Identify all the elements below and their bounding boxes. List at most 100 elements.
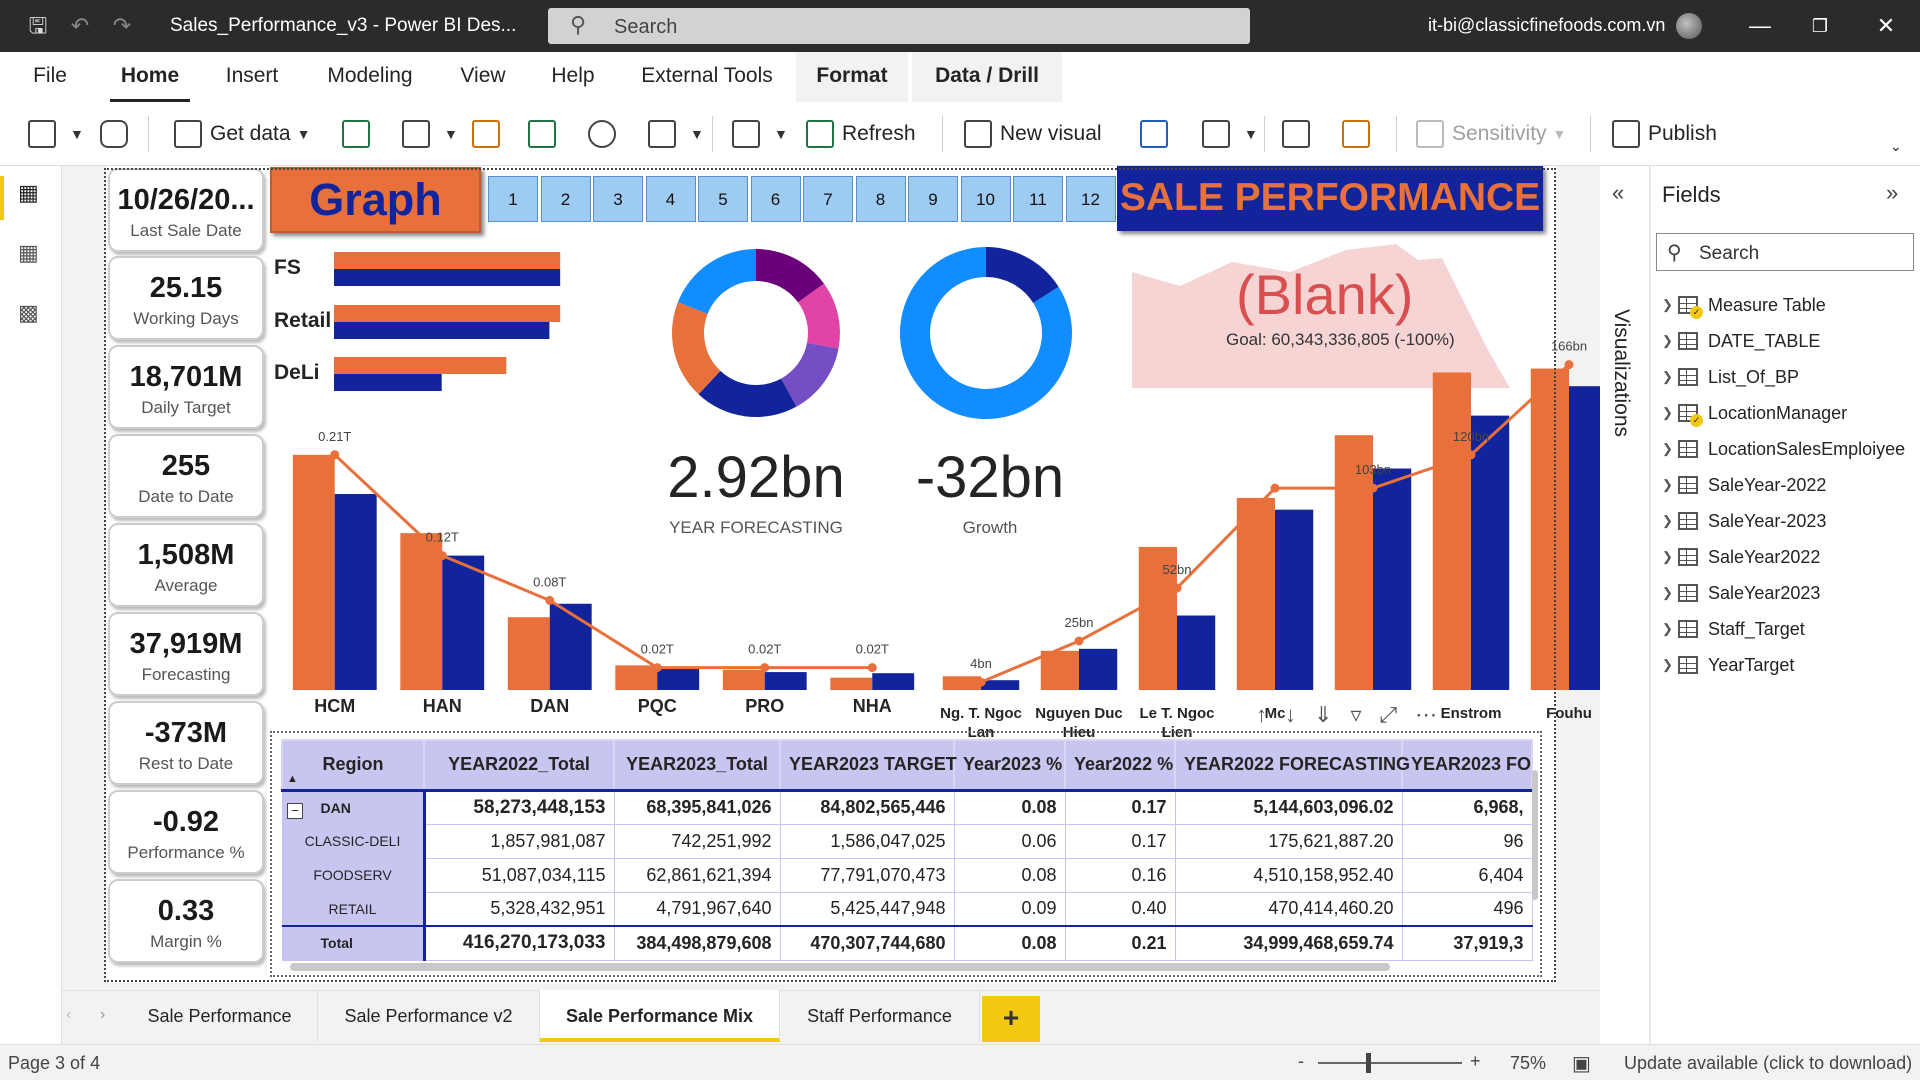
expand-visualizations-icon[interactable]: « (1612, 180, 1624, 206)
bar-series2[interactable] (1471, 415, 1510, 690)
fields-search-input[interactable]: ⚲ Search (1656, 233, 1914, 271)
chevron-right-icon[interactable]: ❯ (1662, 585, 1678, 601)
matrix-row-header[interactable]: FOODSERV (281, 857, 426, 893)
trend-point[interactable] (1172, 583, 1182, 593)
trend-point[interactable] (1564, 360, 1574, 370)
bar-series2[interactable] (1177, 615, 1216, 690)
donut-chart-segment-mix[interactable] (672, 249, 841, 417)
matrix-horizontal-scrollbar[interactable] (290, 963, 1390, 971)
field-table-item[interactable]: ❯ SaleYear-2022 (1662, 470, 1826, 500)
expand-level-icon[interactable]: ⇓ (1314, 702, 1350, 727)
hbar-bar-series2[interactable] (334, 269, 561, 286)
field-table-item[interactable]: ❯ LocationSalesEmploiyee (1662, 434, 1905, 464)
more-options-icon[interactable]: ⋯ (1415, 702, 1455, 727)
matrix-column-header[interactable]: YEAR2023 TARGET (779, 739, 957, 792)
trend-point[interactable] (652, 663, 662, 673)
bar-series2[interactable] (442, 555, 485, 690)
add-page-button[interactable]: + (982, 996, 1040, 1042)
zoom-slider-track[interactable] (1318, 1062, 1462, 1064)
bar-series1[interactable] (942, 676, 981, 690)
hbar-chart[interactable] (334, 252, 561, 391)
trend-point[interactable] (1270, 483, 1280, 493)
field-table-item[interactable]: ❯ ✓ LocationManager (1662, 398, 1847, 428)
matrix-row[interactable]: DAN 58,273,448,153 68,395,841,026 84,802,56… (281, 789, 1533, 825)
hbar-bar-series2[interactable] (334, 374, 442, 391)
chevron-right-icon[interactable]: ❯ (1662, 441, 1678, 457)
trend-point[interactable] (867, 663, 877, 673)
field-table-item[interactable]: ❯ ✓ Measure Table (1662, 290, 1826, 320)
trend-point[interactable] (1074, 636, 1084, 646)
bar-series2[interactable] (1373, 468, 1412, 690)
hbar-bar-series1[interactable] (334, 305, 561, 322)
tab-page[interactable]: Sale Performance (122, 990, 318, 1042)
tab-page[interactable]: Sale Performance Mix (540, 990, 780, 1042)
matrix-row[interactable]: RETAIL 5,328,432,951 4,791,967,640 5,425,44… (281, 891, 1533, 927)
update-available-link[interactable]: Update available (click to download) (1624, 1053, 1912, 1074)
fit-to-page-icon[interactable]: ▣ (1572, 1051, 1591, 1076)
bar-series1[interactable] (400, 533, 443, 690)
field-table-item[interactable]: ❯ List_Of_BP (1662, 362, 1799, 392)
bar-series2[interactable] (764, 672, 807, 690)
matrix-column-header[interactable]: YEAR2022 FORECASTING (1174, 739, 1410, 792)
matrix-row[interactable]: Total 416,270,173,033 384,498,879,608 470,3… (281, 925, 1533, 961)
field-table-item[interactable]: ❯ SaleYear2022 (1662, 542, 1820, 572)
zoom-in-button[interactable]: + (1470, 1051, 1481, 1072)
focus-mode-icon[interactable]: ⤢ (1379, 702, 1415, 727)
trend-point[interactable] (330, 450, 340, 460)
visualizations-pane-collapsed[interactable] (1600, 166, 1650, 1044)
matrix-column-header[interactable]: YEAR2023 FO (1401, 739, 1533, 792)
zoom-out-button[interactable]: - (1298, 1051, 1304, 1072)
bar-series2[interactable] (1079, 648, 1118, 690)
chevron-right-icon[interactable]: ❯ (1662, 621, 1678, 637)
chevron-right-icon[interactable]: ❯ (1662, 297, 1678, 313)
visualizations-label[interactable]: Visualizations (1609, 309, 1633, 437)
donut-slice[interactable] (677, 249, 756, 314)
field-table-item[interactable]: ❯ Staff_Target (1662, 614, 1805, 644)
hbar-bar-series2[interactable] (334, 322, 550, 339)
matrix-column-header[interactable]: YEAR2023_Total (613, 739, 781, 792)
sort-ascending-icon[interactable]: ▲ (287, 773, 298, 785)
hbar-bar-series1[interactable] (334, 357, 507, 374)
chevron-right-icon[interactable]: ❯ (1662, 477, 1678, 493)
matrix-row-header[interactable]: DAN (281, 789, 426, 825)
chevron-right-icon[interactable]: ❯ (1662, 549, 1678, 565)
hbar-bar-series1[interactable] (334, 252, 561, 269)
bar-series2[interactable] (872, 673, 915, 690)
matrix-column-header[interactable]: Year2023 % (953, 739, 1066, 792)
trend-point[interactable] (1368, 483, 1378, 493)
drill-up-icon[interactable]: ↑ (1256, 702, 1285, 727)
matrix-row-header[interactable]: RETAIL (281, 891, 426, 927)
bar-series1[interactable] (507, 617, 550, 690)
bar-series1[interactable] (292, 454, 335, 690)
trend-point[interactable] (1466, 450, 1476, 460)
bar-series2[interactable] (549, 603, 592, 690)
bar-series1[interactable] (615, 665, 658, 690)
matrix-row-header[interactable]: CLASSIC-DELI (281, 823, 426, 859)
zoom-slider-thumb[interactable] (1366, 1053, 1371, 1073)
matrix-row-header[interactable]: Total (281, 925, 426, 961)
field-table-item[interactable]: ❯ SaleYear-2023 (1662, 506, 1826, 536)
matrix-row[interactable]: CLASSIC-DELI 1,857,981,087 742,251,992 1,58… (281, 823, 1533, 859)
bar-series2[interactable] (657, 667, 700, 690)
bar-series2[interactable] (1275, 509, 1314, 690)
chevron-right-icon[interactable]: ❯ (1662, 513, 1678, 529)
matrix-column-header[interactable]: Region (281, 739, 425, 792)
collapse-row-icon[interactable]: − (287, 803, 303, 819)
chevron-right-icon[interactable]: ❯ (1662, 369, 1678, 385)
filter-icon[interactable]: ▿ (1350, 702, 1379, 727)
donut-chart-growth[interactable] (899, 247, 1072, 419)
chevron-right-icon[interactable]: ❯ (1662, 333, 1678, 349)
bar-series1[interactable] (1236, 497, 1275, 690)
collapse-fields-icon[interactable]: » (1886, 180, 1898, 206)
bar-series1[interactable] (1432, 372, 1471, 690)
trend-point[interactable] (437, 551, 447, 561)
bar-series1[interactable] (722, 669, 765, 690)
matrix-column-header[interactable]: YEAR2022_Total (423, 739, 615, 792)
bar-series2[interactable] (334, 494, 377, 690)
chevron-right-icon[interactable]: ❯ (1662, 657, 1678, 673)
trend-point[interactable] (545, 595, 555, 605)
tab-scroll-right-icon[interactable]: › (100, 1006, 105, 1024)
tab-page[interactable]: Sale Performance v2 (318, 990, 540, 1042)
chevron-right-icon[interactable]: ❯ (1662, 405, 1678, 421)
matrix-row[interactable]: FOODSERV 51,087,034,115 62,861,621,394 77,7… (281, 857, 1533, 893)
